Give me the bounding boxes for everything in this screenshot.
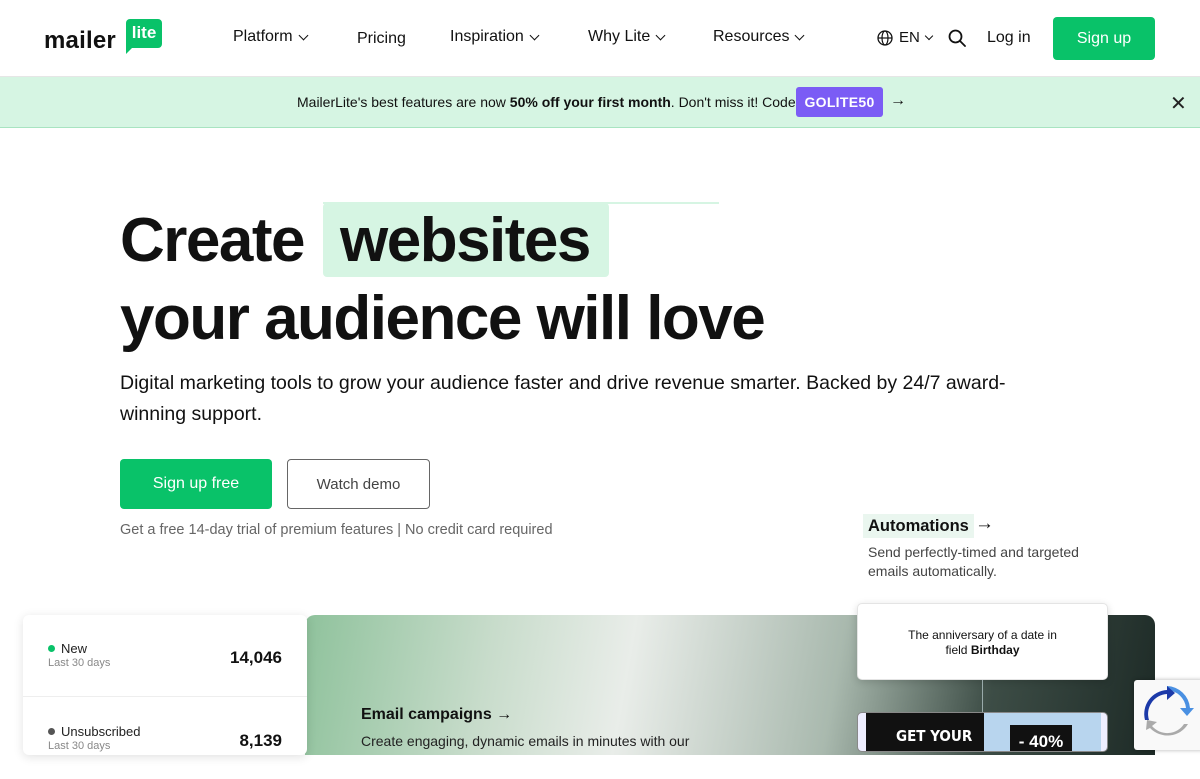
chevron-down-icon — [655, 30, 666, 40]
automations-description: Send perfectly-timed and targeted emails… — [868, 544, 1079, 579]
site-header: mailer lite Platform Pricing Inspiration… — [0, 0, 1200, 77]
nav-inspiration-label: Inspiration — [450, 28, 524, 45]
nav-pricing-label: Pricing — [357, 30, 406, 47]
arrow-right-icon[interactable]: → — [890, 92, 906, 110]
banner-text-after: . Don't miss it! Code: — [670, 94, 800, 110]
logo-word: mailer — [44, 27, 116, 54]
automations-link[interactable]: Automations — [863, 514, 974, 538]
banner-text-bold: 50% off your first month — [509, 94, 671, 110]
chevron-down-icon — [795, 30, 805, 40]
promo-banner: MailerLite's best features are now 50% o… — [0, 77, 1200, 128]
recaptcha-icon — [1144, 686, 1194, 736]
login-link[interactable]: Log in — [987, 29, 1031, 47]
trigger-line-1: The anniversary of a date in — [908, 628, 1057, 642]
signup-button[interactable]: Sign up — [1053, 17, 1155, 60]
watch-demo-button[interactable]: Watch demo — [287, 459, 430, 509]
trigger-field-name: Birthday — [970, 643, 1020, 657]
promo-image: - 40% — [984, 713, 1101, 751]
chevron-down-icon — [529, 30, 540, 40]
nav-inspiration[interactable]: Inspiration — [450, 28, 540, 46]
nav-resources-label: Resources — [713, 28, 790, 45]
stat-value: 14,046 — [230, 648, 282, 667]
highlight-underline — [323, 202, 719, 204]
language-label: EN — [899, 29, 920, 46]
close-icon[interactable]: ✕ — [1170, 91, 1187, 116]
nav-platform-label: Platform — [233, 28, 293, 45]
stat-row-new: New Last 30 days 14,046 — [23, 615, 307, 697]
signup-free-button[interactable]: Sign up free — [120, 459, 272, 509]
email-preview-card: GET YOUR - 40% — [857, 712, 1108, 752]
nav-platform[interactable]: Platform — [233, 28, 309, 46]
stat-period: Last 30 days — [48, 740, 111, 752]
stat-label: New — [61, 641, 88, 656]
recaptcha-badge[interactable] — [1134, 680, 1200, 750]
stat-value: 8,139 — [239, 731, 282, 750]
language-selector[interactable]: EN — [877, 29, 934, 46]
email-campaigns-description: Create engaging, dynamic emails in minut… — [361, 733, 690, 749]
status-dot — [48, 645, 55, 652]
headline-line-2: your audience will love — [120, 284, 766, 353]
logo-badge: lite — [126, 19, 162, 54]
automation-trigger-card: The anniversary of a date in field Birth… — [857, 603, 1108, 680]
promo-code-badge[interactable]: GOLITE50 — [796, 87, 883, 117]
headline-prefix: Create — [120, 206, 306, 275]
chevron-down-icon — [298, 30, 309, 40]
email-campaigns-label: Email campaigns — [361, 706, 492, 723]
search-icon[interactable] — [948, 29, 966, 47]
flow-connector — [982, 680, 983, 712]
nav-pricing[interactable]: Pricing — [357, 30, 406, 48]
nav-why-lite-label: Why Lite — [588, 28, 651, 45]
stat-row-unsubscribed: Unsubscribed Last 30 days 8,139 — [23, 697, 307, 779]
email-campaigns-link[interactable]: Email campaigns → — [361, 706, 512, 724]
headline-highlight-word: websites — [340, 206, 591, 275]
globe-icon — [877, 29, 893, 46]
stat-label: Unsubscribed — [61, 724, 141, 739]
status-dot — [48, 728, 55, 735]
banner-text-before: MailerLite's best features are now — [297, 94, 510, 110]
chevron-down-icon — [924, 31, 934, 40]
stat-period: Last 30 days — [48, 657, 111, 669]
banner-text: MailerLite's best features are now 50% o… — [297, 94, 800, 110]
trial-note: Get a free 14-day trial of premium featu… — [120, 522, 553, 538]
discount-tag: - 40% — [1010, 725, 1072, 751]
nav-why-lite[interactable]: Why Lite — [588, 28, 666, 46]
nav-resources[interactable]: Resources — [713, 28, 805, 46]
trigger-field-prefix: field — [945, 643, 971, 657]
arrow-right-icon[interactable]: → — [975, 513, 994, 535]
promo-headline: GET YOUR — [866, 713, 984, 751]
trigger-line-2: field Birthday — [858, 643, 1107, 658]
subscriber-stats-card: New Last 30 days 14,046 Unsubscribed Las… — [23, 615, 307, 755]
hero-subtitle: Digital marketing tools to grow your aud… — [120, 372, 1006, 425]
arrow-right-icon: → — [496, 706, 513, 723]
